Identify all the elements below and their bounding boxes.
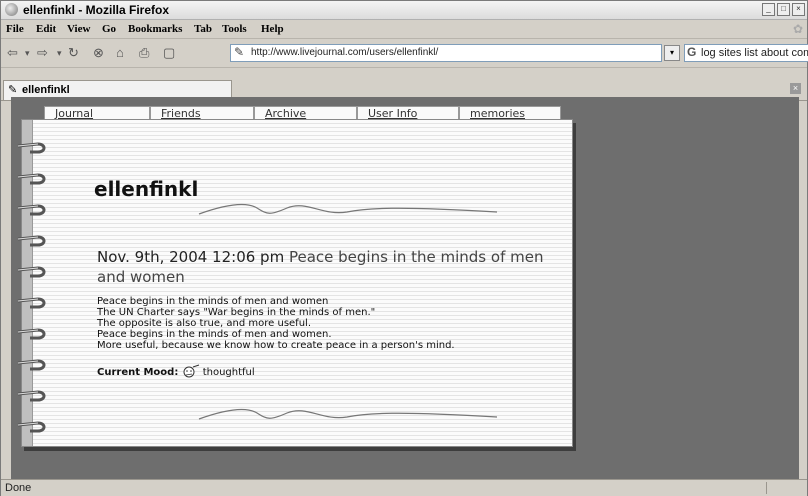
spiral-ring-icon — [16, 140, 50, 158]
spiral-ring-icon — [16, 326, 50, 344]
back-dropdown-icon[interactable]: ▾ — [25, 48, 30, 59]
throbber-icon: ✿ — [792, 22, 803, 36]
menu-edit[interactable]: Edit — [36, 23, 56, 35]
address-text[interactable]: http://www.livejournal.com/users/ellenfi… — [251, 47, 438, 58]
nav-tab-memories[interactable]: memories — [459, 106, 561, 120]
print-preview-icon[interactable]: ▢ — [163, 45, 175, 61]
window-title: ellenfinkl - Mozilla Firefox — [23, 3, 170, 17]
spiral-ring-icon — [16, 295, 50, 313]
back-icon[interactable]: ⇦ — [7, 45, 18, 61]
maximize-button[interactable]: □ — [777, 3, 790, 16]
spiral-ring-icon — [16, 171, 50, 189]
stop-icon[interactable]: ⊗ — [93, 45, 104, 61]
entry-body: Peace begins in the minds of men and wom… — [97, 296, 455, 351]
menu-view[interactable]: View — [67, 23, 90, 35]
nav-tab-user-info[interactable]: User Info — [357, 106, 459, 120]
menu-tools[interactable]: Tools — [222, 23, 247, 35]
print-icon[interactable]: ⎙ — [139, 45, 149, 61]
entry-heading: Nov. 9th, 2004 12:06 pm Peace begins in … — [97, 247, 547, 287]
entry-line: The UN Charter says "War begins in the m… — [97, 307, 376, 318]
mood-value: thoughtful — [202, 367, 255, 378]
menu-bar: File Edit View Go Bookmarks Tab Tools He… — [1, 20, 807, 39]
site-icon: ✎ — [234, 45, 245, 59]
entry-line: Peace begins in the minds of men and wom… — [97, 296, 329, 307]
spiral-ring-icon — [16, 233, 50, 251]
entry-date: Nov. 9th, 2004 12:06 pm — [97, 248, 285, 266]
search-text[interactable]: log sites list about com — [701, 47, 808, 59]
spiral-ring-icon — [16, 357, 50, 375]
firefox-logo-icon — [5, 3, 18, 16]
home-icon[interactable]: ⌂ — [116, 45, 124, 60]
address-dropdown-button[interactable]: ▾ — [664, 45, 680, 61]
thoughtful-mood-icon — [183, 364, 199, 378]
forward-icon[interactable]: ⇨ — [37, 45, 48, 61]
menu-go[interactable]: Go — [102, 23, 116, 35]
close-window-button[interactable]: × — [792, 3, 805, 16]
nav-tab-archive[interactable]: Archive — [254, 106, 357, 120]
title-bar: ellenfinkl - Mozilla Firefox _ □ × — [1, 1, 807, 20]
reload-icon[interactable]: ↻ — [68, 45, 79, 61]
navigation-toolbar: ⇦ ▾ ⇨ ▾ ↻ ⊗ ⌂ ⎙ ▢ ✎ http://www.livejourn… — [1, 39, 808, 68]
spiral-ring-icon — [16, 202, 50, 220]
menu-file[interactable]: File — [6, 23, 24, 35]
forward-dropdown-icon[interactable]: ▾ — [57, 48, 62, 59]
status-bar: Done — [1, 479, 807, 496]
current-mood: Current Mood: thoughtful — [97, 364, 255, 378]
nav-tab-journal[interactable]: Journal — [44, 106, 150, 120]
journal-title: ellenfinkl — [94, 177, 199, 201]
menu-tab[interactable]: Tab — [194, 23, 212, 35]
menu-help[interactable]: Help — [261, 23, 284, 35]
window-controls: _ □ × — [762, 3, 805, 16]
spiral-ring-icon — [16, 419, 50, 437]
tab-label: ellenfinkl — [22, 84, 70, 96]
squiggle-divider-icon — [198, 409, 498, 420]
address-bar[interactable]: ✎ http://www.livejournal.com/users/ellen… — [230, 44, 662, 62]
nav-tab-friends[interactable]: Friends — [150, 106, 254, 120]
search-box[interactable]: G log sites list about com — [684, 44, 808, 62]
page-content: Journal Friends Archive User Info memori… — [11, 97, 799, 479]
browser-window: ellenfinkl - Mozilla Firefox _ □ × File … — [0, 0, 808, 496]
entry-line: The opposite is also true, and more usef… — [97, 318, 311, 329]
menu-bookmarks[interactable]: Bookmarks — [128, 23, 182, 35]
close-tab-icon[interactable]: × — [790, 83, 801, 94]
tab-site-icon: ✎ — [8, 84, 18, 96]
search-engine-icon[interactable]: G — [687, 45, 696, 59]
minimize-button[interactable]: _ — [762, 3, 775, 16]
squiggle-divider-icon — [198, 204, 498, 215]
status-separator — [766, 482, 767, 494]
entry-line: More useful, because we know how to crea… — [97, 340, 455, 351]
spiral-ring-icon — [16, 264, 50, 282]
mood-label: Current Mood: — [97, 367, 179, 378]
spiral-ring-icon — [16, 388, 50, 406]
journal-notebook: ellenfinkl Nov. 9th, 2004 12:06 pm Peace… — [17, 119, 573, 447]
entry-line: Peace begins in the minds of men and wom… — [97, 329, 332, 340]
status-text: Done — [5, 482, 32, 494]
